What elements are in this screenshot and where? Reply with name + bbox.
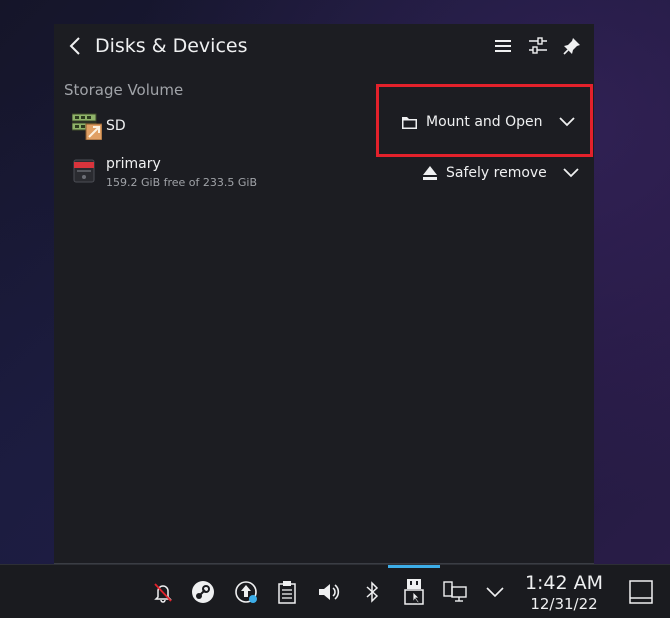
device-name: primary xyxy=(106,156,161,172)
highlight-box xyxy=(376,84,593,157)
clock-date[interactable]: 12/31/22 xyxy=(520,595,608,613)
popup-header: Disks & Devices xyxy=(54,24,594,70)
device-name: SD xyxy=(106,118,126,134)
pin-icon xyxy=(563,38,580,55)
sd-card-icon xyxy=(71,112,103,141)
show-desktop-icon xyxy=(629,580,653,604)
updates-button[interactable] xyxy=(233,579,259,605)
show-hidden-icons-button[interactable] xyxy=(482,579,508,605)
hard-drive-icon xyxy=(72,156,102,184)
bell-off-icon xyxy=(154,583,172,603)
volume-button[interactable] xyxy=(316,579,342,605)
network-button[interactable] xyxy=(442,579,468,605)
clock-time[interactable]: 1:42 AM xyxy=(520,572,608,594)
bluetooth-icon xyxy=(366,581,379,603)
show-desktop-button[interactable] xyxy=(628,579,654,605)
clipboard-button[interactable] xyxy=(274,579,300,605)
usb-drive-icon xyxy=(404,579,424,605)
back-button[interactable] xyxy=(66,34,84,58)
chevron-left-icon xyxy=(69,37,80,55)
sliders-icon xyxy=(529,37,547,54)
page-title: Disks & Devices xyxy=(95,35,248,57)
clipboard-icon xyxy=(278,581,296,604)
update-icon xyxy=(235,581,257,603)
section-label-storage: Storage Volume xyxy=(64,81,184,99)
network-wired-icon xyxy=(443,581,467,602)
steam-button[interactable] xyxy=(190,579,216,605)
disks-devices-tray-button[interactable] xyxy=(401,579,427,605)
pin-button[interactable] xyxy=(561,35,583,57)
notifications-muted-button[interactable] xyxy=(150,579,176,605)
taskbar: 1:42 AM 12/31/22 xyxy=(0,564,670,618)
speaker-icon xyxy=(319,584,340,600)
device-free-space: 159.2 GiB free of 233.5 GiB xyxy=(106,176,258,189)
chevron-down-icon xyxy=(486,587,504,598)
steam-icon xyxy=(192,581,214,603)
active-indicator xyxy=(388,565,440,568)
eject-icon xyxy=(423,166,437,180)
configure-button[interactable] xyxy=(527,35,549,57)
safely-remove-button[interactable]: Safely remove xyxy=(422,161,579,185)
menu-button[interactable] xyxy=(492,35,514,57)
action-label: Safely remove xyxy=(446,165,547,181)
hamburger-icon xyxy=(495,40,511,52)
bluetooth-button[interactable] xyxy=(359,579,385,605)
cursor-icon xyxy=(412,591,420,604)
chevron-down-icon[interactable] xyxy=(563,168,579,178)
